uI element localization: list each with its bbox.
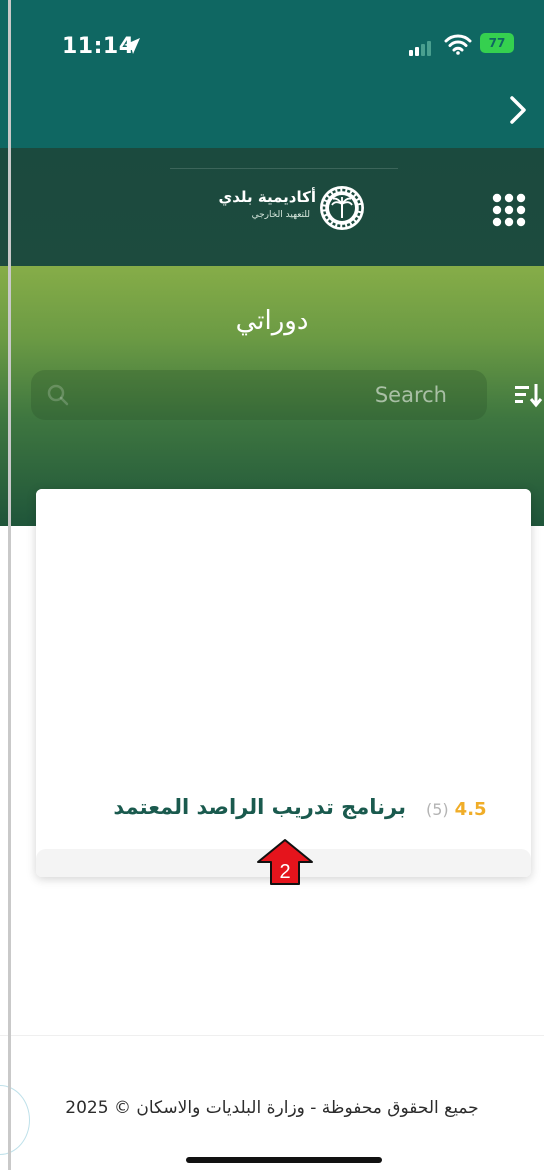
location-arrow-icon xyxy=(124,38,140,54)
status-bar: 11:14 77 xyxy=(0,0,544,148)
home-indicator[interactable] xyxy=(186,1157,382,1163)
course-title[interactable]: برنامج تدريب الراصد المعتمد xyxy=(76,795,406,819)
chevron-right-icon[interactable] xyxy=(502,92,532,128)
battery-indicator: 77 xyxy=(480,33,514,53)
search-icon xyxy=(47,384,69,406)
header-divider xyxy=(170,168,398,169)
screen-edge xyxy=(8,0,11,1170)
wifi-icon xyxy=(444,34,472,55)
course-rating: (5) 4.5 xyxy=(426,799,516,820)
cellular-signal-icon xyxy=(409,41,431,56)
sort-icon[interactable] xyxy=(512,380,544,410)
search-placeholder: Search xyxy=(374,383,447,407)
battery-level: 77 xyxy=(488,36,506,50)
apps-grid-icon[interactable] xyxy=(489,190,529,230)
annotation-number: 2 xyxy=(279,861,290,883)
palm-emblem-icon xyxy=(320,186,364,230)
app-header: أكاديمية بلدي للتعهيد الخارجي xyxy=(0,148,544,266)
logo-subtitle: للتعهيد الخارجي xyxy=(251,210,310,220)
copyright-text: جميع الحقوق محفوظة - وزارة البلديات والا… xyxy=(65,1098,479,1118)
course-image-placeholder xyxy=(36,489,531,779)
annotation-arrow-icon: 2 xyxy=(257,839,313,885)
rating-value: 4.5 xyxy=(454,799,487,820)
hero-banner: دوراتي Search xyxy=(0,266,544,526)
app-screen: 11:14 77 أكاديمية بلدي للتعهيد الخارجي د… xyxy=(0,0,544,1170)
rating-count: (5) xyxy=(426,800,449,819)
course-card[interactable]: (5) 4.5 برنامج تدريب الراصد المعتمد xyxy=(36,489,531,877)
search-input[interactable]: Search xyxy=(31,370,487,420)
page-title: دوراتي xyxy=(235,306,309,336)
logo-title: أكاديمية بلدي xyxy=(218,188,317,206)
